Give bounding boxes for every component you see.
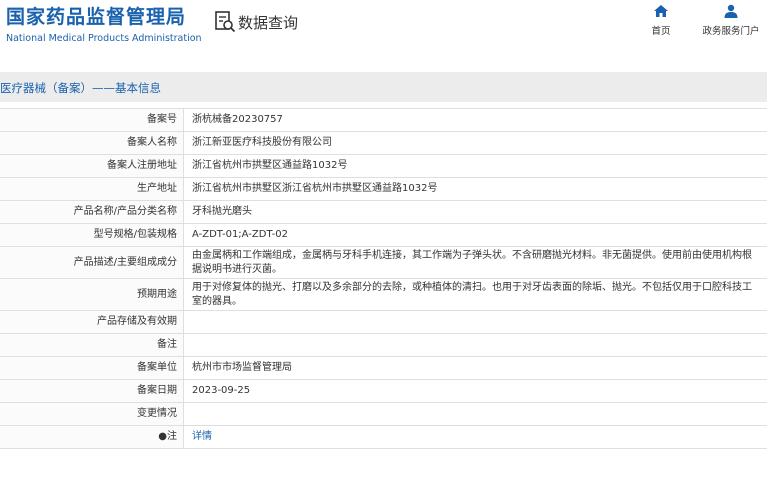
row-value: 用于对修复体的抛光、打磨以及多余部分的去除，或种植体的清扫。也用于对牙齿表面的除… xyxy=(183,278,767,311)
row-label: 型号规格/包装规格 xyxy=(0,223,184,247)
nav-portal-label: 政务服务门户 xyxy=(702,26,760,37)
site-logo[interactable]: 国家药品监督管理局 National Medical Products Admi… xyxy=(6,5,202,46)
nav-portal-link[interactable]: 政务服务门户 xyxy=(700,4,762,37)
row-label: 备案日期 xyxy=(0,379,184,403)
nav-home-label: 首页 xyxy=(651,26,671,37)
row-value: 牙科抛光磨头 xyxy=(183,200,767,224)
table-row: 备案单位 杭州市市场监督管理局 xyxy=(0,356,767,380)
row-label: 备案号 xyxy=(0,108,184,132)
site-header: 国家药品监督管理局 National Medical Products Admi… xyxy=(0,0,767,56)
row-label: 变更情况 xyxy=(0,402,184,426)
table-row: 备案人名称 浙江新亚医疗科技股份有限公司 xyxy=(0,131,767,155)
row-label: 备案人注册地址 xyxy=(0,154,184,178)
home-icon xyxy=(654,5,668,17)
table-row: 生产地址 浙江省杭州市拱墅区浙江省杭州市拱墅区通益路1032号 xyxy=(0,177,767,201)
table-row: 变更情况 xyxy=(0,402,767,426)
table-row: 产品名称/产品分类名称 牙科抛光磨头 xyxy=(0,200,767,224)
section-header: 医疗器械（备案）——基本信息 xyxy=(0,72,767,102)
table-row: 备案人注册地址 浙江省杭州市拱墅区通益路1032号 xyxy=(0,154,767,178)
data-query-heading: 数据查询 xyxy=(214,10,298,34)
logo-en-text: National Medical Products Administration xyxy=(6,33,202,44)
row-label: 备案单位 xyxy=(0,356,184,380)
row-value: 浙江省杭州市拱墅区通益路1032号 xyxy=(183,154,767,178)
row-label: ●注 xyxy=(0,425,184,449)
table-row: 备案日期 2023-09-25 xyxy=(0,379,767,403)
table-row: 备案号 浙杭械备20230757 xyxy=(0,108,767,132)
row-value xyxy=(183,333,767,357)
nav-home-link[interactable]: 首页 xyxy=(644,4,678,37)
table-row: 产品描述/主要组成成分 由金属柄和工作端组成，金属柄与牙科手机连接，其工作端为子… xyxy=(0,246,767,279)
row-label: 产品描述/主要组成成分 xyxy=(0,246,184,279)
record-info-table: 备案号 浙杭械备20230757 备案人名称 浙江新亚医疗科技股份有限公司 备案… xyxy=(0,108,767,449)
row-label: 备注 xyxy=(0,333,184,357)
table-row: ●注 详情 xyxy=(0,425,767,449)
row-label: 备案人名称 xyxy=(0,131,184,155)
table-row: 预期用途 用于对修复体的抛光、打磨以及多余部分的去除，或种植体的清扫。也用于对牙… xyxy=(0,278,767,311)
table-row: 备注 xyxy=(0,333,767,357)
row-value: A-ZDT-01;A-ZDT-02 xyxy=(183,223,767,247)
row-value: 由金属柄和工作端组成，金属柄与牙科手机连接，其工作端为子弹头状。不含研磨抛光材料… xyxy=(183,246,767,279)
data-query-label: 数据查询 xyxy=(238,13,299,32)
row-label: 生产地址 xyxy=(0,177,184,201)
row-value: 杭州市市场监督管理局 xyxy=(183,356,767,380)
row-label: 预期用途 xyxy=(0,278,184,311)
row-value xyxy=(183,402,767,426)
row-label: 产品名称/产品分类名称 xyxy=(0,200,184,224)
row-value: 浙江省杭州市拱墅区浙江省杭州市拱墅区通益路1032号 xyxy=(183,177,767,201)
row-value: 浙杭械备20230757 xyxy=(183,108,767,132)
row-value: 浙江新亚医疗科技股份有限公司 xyxy=(183,131,767,155)
logo-cn-text: 国家药品监督管理局 xyxy=(6,6,187,28)
section-title: 医疗器械（备案）——基本信息 xyxy=(0,81,161,95)
row-value: 2023-09-25 xyxy=(183,379,767,403)
row-value: 详情 xyxy=(183,425,767,449)
row-value xyxy=(183,310,767,334)
row-label: 产品存储及有效期 xyxy=(0,310,184,334)
table-row: 型号规格/包装规格 A-ZDT-01;A-ZDT-02 xyxy=(0,223,767,247)
user-icon xyxy=(724,4,738,18)
table-row: 产品存储及有效期 xyxy=(0,310,767,334)
details-link[interactable]: 详情 xyxy=(192,431,212,442)
document-search-icon xyxy=(215,11,236,33)
